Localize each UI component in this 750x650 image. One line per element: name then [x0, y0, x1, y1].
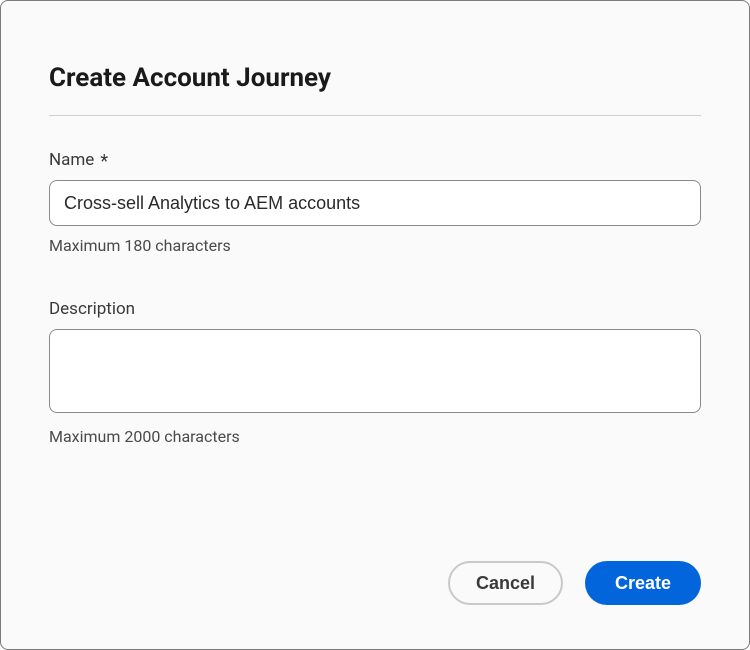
cancel-button[interactable]: Cancel	[448, 561, 563, 605]
description-field-group: Description Maximum 2000 characters	[49, 299, 701, 446]
description-label-text: Description	[49, 299, 135, 319]
description-helper-text: Maximum 2000 characters	[49, 427, 701, 446]
name-label: Name *	[49, 150, 701, 170]
name-helper-text: Maximum 180 characters	[49, 236, 701, 255]
title-divider	[49, 115, 701, 116]
description-label: Description	[49, 299, 701, 319]
dialog-button-row: Cancel Create	[448, 561, 701, 605]
dialog-title: Create Account Journey	[49, 63, 701, 93]
name-input[interactable]	[49, 180, 701, 226]
name-field-group: Name * Maximum 180 characters	[49, 150, 701, 255]
description-input[interactable]	[49, 329, 701, 413]
name-label-text: Name	[49, 150, 94, 170]
required-asterisk-icon: *	[100, 153, 108, 171]
create-button[interactable]: Create	[585, 561, 701, 605]
create-account-journey-dialog: Create Account Journey Name * Maximum 18…	[0, 0, 750, 650]
